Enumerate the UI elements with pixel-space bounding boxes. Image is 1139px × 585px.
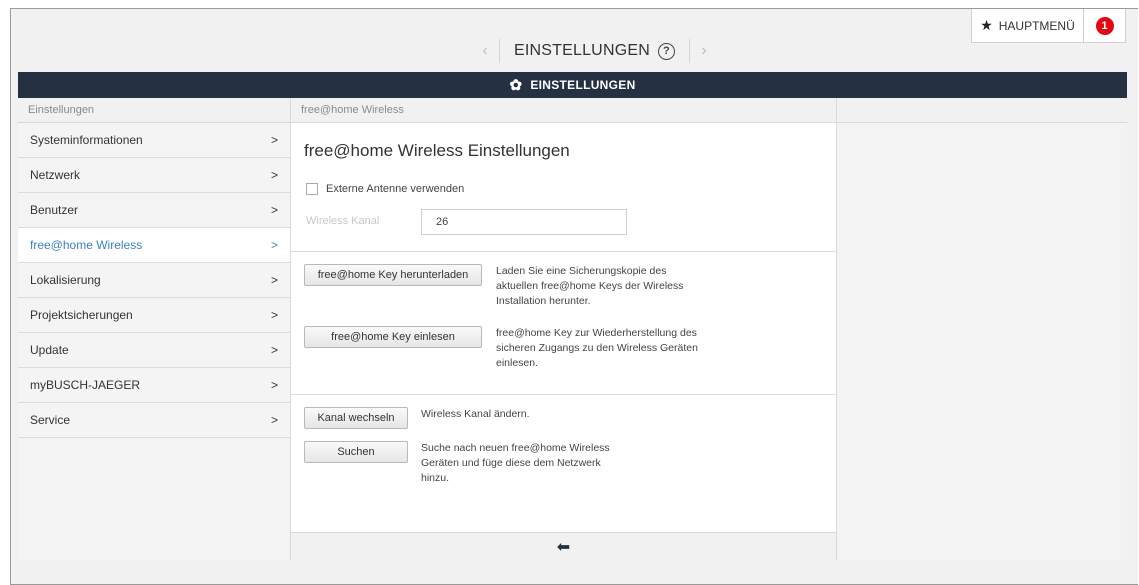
back-arrow-icon[interactable]: ⬅ (557, 537, 570, 557)
sidebar-item-benutzer[interactable]: Benutzer > (18, 193, 290, 228)
next-page-arrow-icon[interactable]: › (690, 42, 718, 60)
sidebar-item-label: Lokalisierung (30, 273, 101, 287)
previous-page-arrow-icon[interactable]: ‹ (471, 42, 499, 60)
chevron-right-icon: > (270, 308, 278, 322)
settings-sidebar: Einstellungen Systeminformationen > Netz… (18, 98, 291, 560)
sidebar-item-label: myBUSCH-JAEGER (30, 378, 141, 392)
gear-icon: ✿ (509, 76, 523, 94)
notification-badge: 1 (1095, 16, 1114, 35)
download-key-description: Laden Sie eine Sicherungskopie des aktue… (496, 265, 684, 307)
sidebar-item-label: Update (30, 343, 69, 357)
sidebar-item-systeminformationen[interactable]: Systeminformationen > (18, 123, 290, 158)
chevron-right-icon: > (270, 203, 278, 217)
sidebar-item-lokalisierung[interactable]: Lokalisierung > (18, 263, 290, 298)
chevron-right-icon: > (270, 238, 278, 252)
change-channel-button[interactable]: Kanal wechseln (304, 407, 408, 429)
channel-input[interactable] (421, 209, 627, 235)
channel-search-section: Kanal wechseln Wireless Kanal ändern. Su… (291, 395, 836, 530)
detail-heading (837, 98, 1127, 123)
sidebar-item-update[interactable]: Update > (18, 333, 290, 368)
sidebar-item-label: Benutzer (30, 203, 79, 217)
key-section: free@home Key herunterladen Laden Sie ei… (291, 252, 836, 395)
sidebar-item-label: Service (30, 413, 71, 427)
section-header-title: EINSTELLUNGEN (530, 78, 636, 92)
detail-column (837, 98, 1127, 560)
notifications-button[interactable]: 1 (1084, 9, 1126, 43)
panel-title: free@home Wireless Einstellungen (304, 141, 570, 160)
channel-label: Wireless Kanal (306, 215, 380, 227)
import-key-description: free@home Key zur Wiederherstellung des … (496, 327, 698, 369)
panel-heading: free@home Wireless (291, 98, 836, 123)
chevron-right-icon: > (270, 168, 278, 182)
content-columns: Einstellungen Systeminformationen > Netz… (18, 98, 1127, 560)
sidebar-item-wireless[interactable]: free@home Wireless > (18, 228, 290, 263)
sidebar-item-mybusch-jaeger[interactable]: myBUSCH-JAEGER > (18, 368, 290, 403)
external-antenna-label: Externe Antenne verwenden (326, 183, 465, 195)
search-button[interactable]: Suchen (304, 441, 408, 463)
external-antenna-checkbox[interactable] (306, 183, 318, 195)
sidebar-item-label: Systeminformationen (30, 133, 143, 147)
chevron-right-icon: > (270, 413, 278, 427)
page-title: EINSTELLUNGEN ? (500, 42, 689, 60)
page-title-text: EINSTELLUNGEN (514, 42, 650, 59)
sidebar-item-service[interactable]: Service > (18, 403, 290, 438)
sidebar-heading: Einstellungen (18, 98, 290, 123)
import-key-button[interactable]: free@home Key einlesen (304, 326, 482, 348)
chevron-right-icon: > (270, 343, 278, 357)
external-antenna-row: Externe Antenne verwenden (306, 183, 464, 195)
top-bar: ‹ EINSTELLUNGEN ? › ★ HAUPTMENÜ 1 (11, 9, 1138, 81)
sidebar-item-projektsicherungen[interactable]: Projektsicherungen > (18, 298, 290, 333)
wireless-settings-panel: free@home Wireless free@home Wireless Ei… (291, 98, 837, 560)
main-menu-button[interactable]: ★ HAUPTMENÜ (971, 9, 1084, 43)
sidebar-item-label: Projektsicherungen (30, 308, 133, 322)
panel-footer: ⬅ (291, 532, 836, 560)
chevron-right-icon: > (270, 273, 278, 287)
chevron-right-icon: > (270, 378, 278, 392)
change-channel-description: Wireless Kanal ändern. (421, 408, 530, 420)
star-icon: ★ (980, 17, 993, 33)
chevron-right-icon: > (270, 133, 278, 147)
sidebar-item-label: free@home Wireless (30, 238, 143, 252)
download-key-button[interactable]: free@home Key herunterladen (304, 264, 482, 286)
main-menu-label: HAUPTMENÜ (998, 18, 1075, 33)
section-header: ✿ EINSTELLUNGEN (18, 72, 1127, 98)
page-navigation: ‹ EINSTELLUNGEN ? › (471, 37, 718, 65)
sidebar-item-netzwerk[interactable]: Netzwerk > (18, 158, 290, 193)
sidebar-item-label: Netzwerk (30, 168, 81, 182)
search-description: Suche nach neuen free@home Wireless Gerä… (421, 442, 610, 484)
help-icon[interactable]: ? (657, 42, 675, 60)
wireless-config-section: free@home Wireless Einstellungen Externe… (291, 123, 836, 252)
